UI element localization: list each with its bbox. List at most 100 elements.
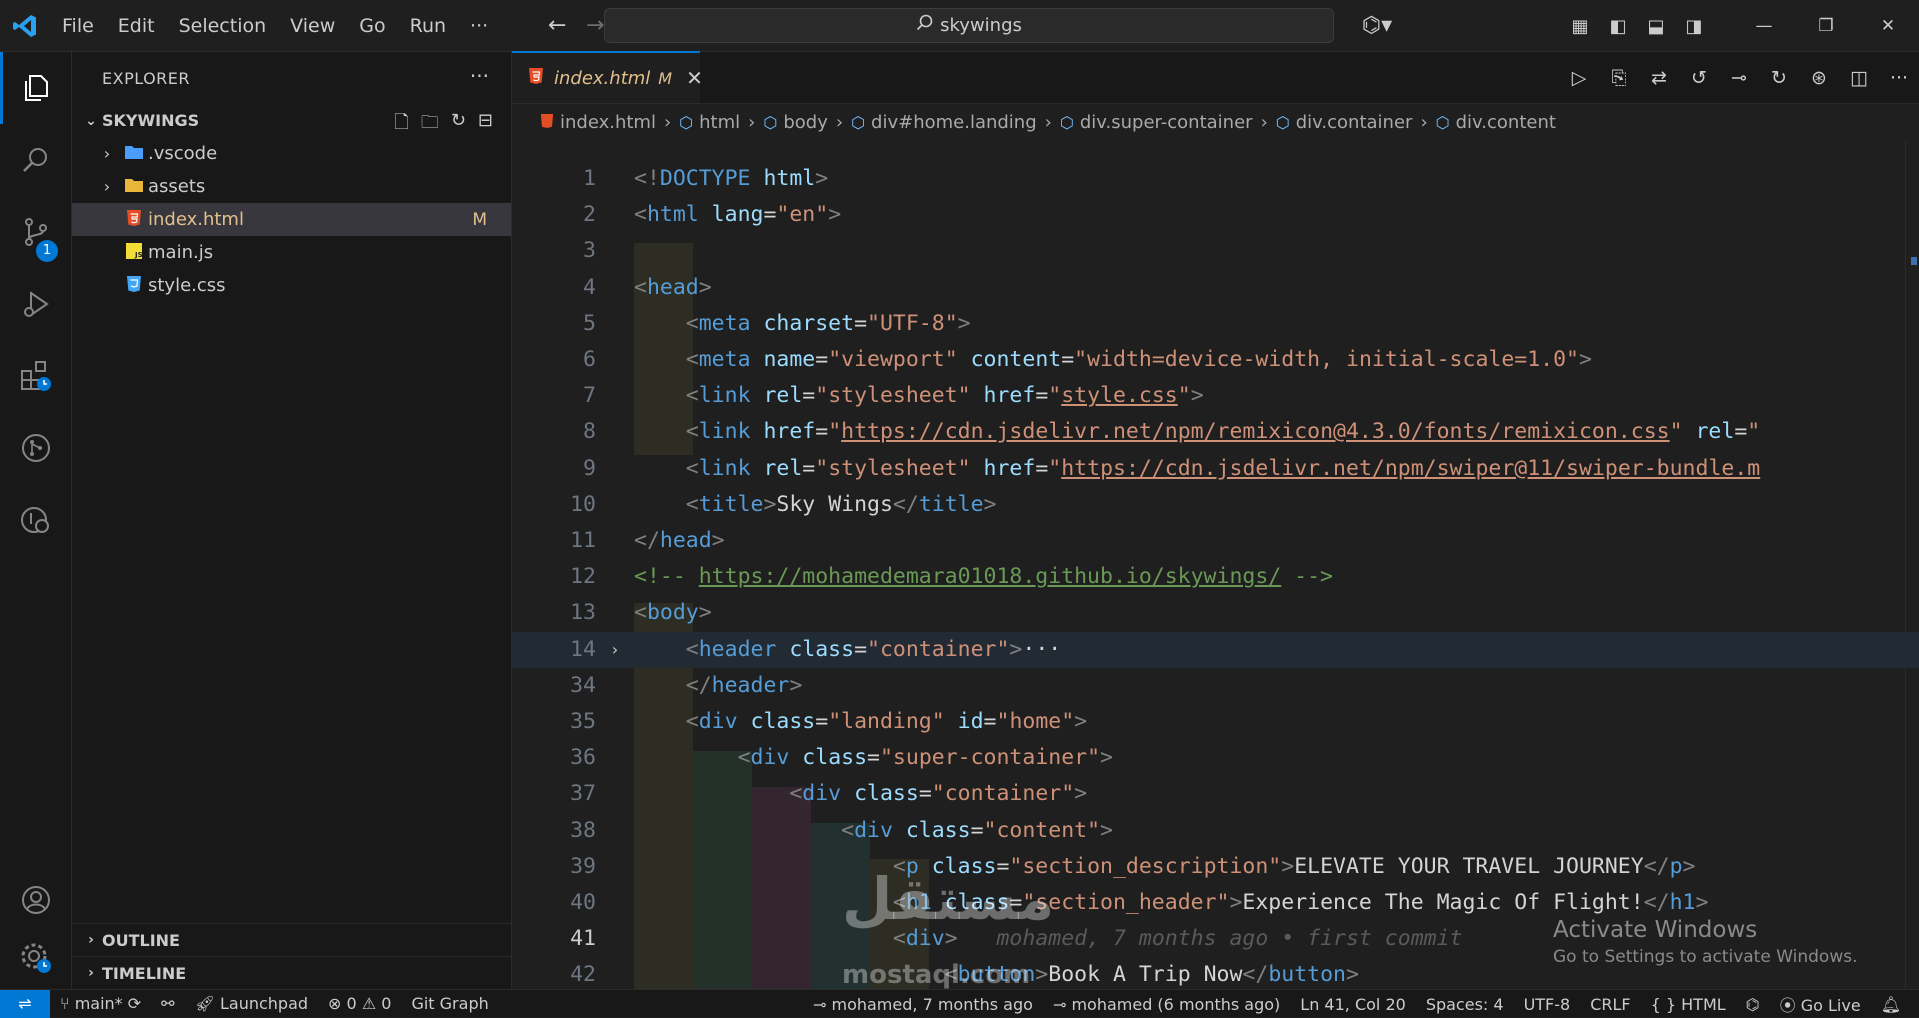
git-graph-icon[interactable] bbox=[0, 412, 72, 484]
cursor-position[interactable]: Ln 41, Col 20 bbox=[1290, 995, 1416, 1014]
tree-item-vscode[interactable]: › .vscode bbox=[72, 137, 511, 170]
git-back-icon[interactable]: ↺ bbox=[1679, 67, 1719, 89]
explorer-more-icon[interactable]: ··· bbox=[470, 64, 489, 88]
remote-icon[interactable]: ⇌ bbox=[0, 989, 50, 1018]
code-line[interactable]: 35 <div class="landing" id="home"> bbox=[512, 704, 1919, 740]
encoding[interactable]: UTF-8 bbox=[1514, 995, 1581, 1014]
sync-icon[interactable]: ⟳ bbox=[128, 994, 141, 1013]
close-tab-icon[interactable]: ✕ bbox=[686, 66, 703, 90]
code-line[interactable]: 12 <!-- https://mohamedemara01018.github.… bbox=[512, 559, 1919, 595]
run-debug-icon[interactable] bbox=[0, 268, 72, 340]
code-line[interactable]: 11 </head> bbox=[512, 523, 1919, 559]
code-line[interactable]: 8 <link href="https://cdn.jsdelivr.net/n… bbox=[512, 414, 1919, 450]
back-arrow-icon[interactable]: ← bbox=[538, 13, 576, 38]
problems-status[interactable]: ⊗ 0 ⚠ 0 bbox=[318, 994, 401, 1013]
command-center-search[interactable]: skywings bbox=[604, 8, 1334, 43]
toggle-panel-icon[interactable]: ⬓ bbox=[1637, 16, 1675, 37]
new-file-icon[interactable]: 🗋 bbox=[394, 110, 408, 140]
code-line[interactable]: 36 <div class="super-container"> bbox=[512, 740, 1919, 776]
tree-item-main-js[interactable]: JS main.js bbox=[72, 236, 511, 269]
code-line[interactable]: 4 <head> bbox=[512, 270, 1919, 306]
blame-status[interactable]: ⊸ mohamed, 7 months ago bbox=[803, 995, 1043, 1014]
code-line[interactable]: 9 <link rel="stylesheet" href="https://c… bbox=[512, 451, 1919, 487]
close-window-icon[interactable]: ✕ bbox=[1857, 16, 1919, 36]
git-history-icon[interactable] bbox=[0, 484, 72, 556]
editor-scrollbar[interactable] bbox=[1905, 141, 1919, 989]
collapse-all-icon[interactable]: ⊟ bbox=[478, 110, 493, 140]
notifications-bell-icon[interactable]: 🔔︎ bbox=[1871, 995, 1911, 1014]
code-line[interactable]: 13 <body> bbox=[512, 595, 1919, 631]
customize-layout-icon[interactable]: ▦ bbox=[1561, 16, 1599, 37]
branch-status[interactable]: ⑂ main* ⟳ bbox=[50, 994, 151, 1013]
menu-view[interactable]: View bbox=[278, 0, 347, 52]
source-control-icon[interactable]: 1 bbox=[0, 196, 72, 268]
code-line[interactable]: 5 <meta charset="UTF-8"> bbox=[512, 306, 1919, 342]
breadcrumb-item[interactable]: index.html › bbox=[540, 112, 679, 133]
go-live-button[interactable]: ⦿ Go Live bbox=[1770, 992, 1871, 1016]
git-graph-icon[interactable]: ⊛ bbox=[1799, 67, 1839, 89]
copilot-icon[interactable]: ⌬▾ bbox=[1352, 13, 1402, 38]
rocket-icon: 🚀︎ bbox=[194, 994, 220, 1013]
menu-go[interactable]: Go bbox=[347, 0, 397, 52]
minimize-icon[interactable]: — bbox=[1733, 16, 1795, 36]
extensions-icon[interactable] bbox=[0, 340, 72, 412]
breadcrumb-item[interactable]: ⬡ div#home.landing › bbox=[851, 112, 1060, 133]
code-line[interactable]: 3 bbox=[512, 233, 1919, 269]
code-line[interactable]: 6 <meta name="viewport" content="width=d… bbox=[512, 342, 1919, 378]
code-line[interactable]: 40 <h1 class="section_header">Experience… bbox=[512, 885, 1919, 921]
fold-chevron-icon[interactable]: › bbox=[610, 632, 620, 668]
code-line[interactable]: 38 <div class="content"> bbox=[512, 813, 1919, 849]
tree-item-assets[interactable]: › assets bbox=[72, 170, 511, 203]
outline-section[interactable]: › OUTLINE bbox=[72, 923, 512, 956]
code-line[interactable]: 37 <div class="container"> bbox=[512, 776, 1919, 812]
tab-index-html[interactable]: index.html M ✕ bbox=[512, 51, 703, 103]
manage-gear-icon[interactable] bbox=[0, 922, 72, 994]
blame-status-2[interactable]: ⊸ mohamed (6 months ago) bbox=[1043, 995, 1290, 1014]
code-line[interactable]: 39 <p class="section_description">ELEVAT… bbox=[512, 849, 1919, 885]
new-folder-icon[interactable]: 🗀 bbox=[421, 110, 439, 140]
code-line[interactable]: 10 <title>Sky Wings</title> bbox=[512, 487, 1919, 523]
open-changes-icon[interactable]: ⎘ bbox=[1599, 67, 1639, 89]
breadcrumb-item[interactable]: ⬡ div.content bbox=[1436, 112, 1556, 133]
timeline-section[interactable]: › TIMELINE bbox=[72, 956, 512, 989]
indentation[interactable]: Spaces: 4 bbox=[1416, 995, 1514, 1014]
launchpad-status[interactable]: 🚀︎ Launchpad bbox=[185, 994, 318, 1013]
menu-file[interactable]: File bbox=[50, 0, 106, 52]
menu-selection[interactable]: Selection bbox=[167, 0, 279, 52]
compare-icon[interactable]: ⇄ bbox=[1639, 67, 1679, 89]
code-line[interactable]: 7 <link rel="stylesheet" href="style.css… bbox=[512, 378, 1919, 414]
menu-more[interactable]: ··· bbox=[458, 0, 500, 52]
git-commit-icon[interactable]: ⊸ bbox=[1719, 67, 1759, 89]
more-actions-icon[interactable]: ··· bbox=[1879, 67, 1919, 89]
toggle-secondary-sidebar-icon[interactable]: ◨ bbox=[1675, 16, 1713, 37]
restore-icon[interactable]: ❐ bbox=[1795, 16, 1857, 36]
copilot-status-icon[interactable]: ⌬ bbox=[1736, 995, 1770, 1014]
toggle-primary-sidebar-icon[interactable]: ◧ bbox=[1599, 16, 1637, 37]
language-mode[interactable]: { } HTML bbox=[1641, 995, 1736, 1014]
tree-item-index-html[interactable]: index.html M bbox=[72, 203, 511, 236]
breadcrumb-item[interactable]: ⬡ body › bbox=[763, 112, 851, 133]
breadcrumb-item[interactable]: ⬡ div.container › bbox=[1276, 112, 1436, 133]
code-line[interactable]: 2 <html lang="en"> bbox=[512, 197, 1919, 233]
run-icon[interactable]: ▷ bbox=[1559, 67, 1599, 89]
search-icon[interactable] bbox=[0, 124, 72, 196]
menu-run[interactable]: Run bbox=[398, 0, 458, 52]
menu-edit[interactable]: Edit bbox=[106, 0, 167, 52]
line-ending[interactable]: CRLF bbox=[1580, 995, 1640, 1014]
breadcrumb-item[interactable]: ⬡ div.super-container › bbox=[1060, 112, 1276, 133]
git-forward-icon[interactable]: ↻ bbox=[1759, 67, 1799, 89]
code-token: "UTF-8" bbox=[867, 310, 958, 336]
code-line[interactable]: 1 <!DOCTYPE html> bbox=[512, 161, 1919, 197]
code-line[interactable]: 14 › <header class="container">··· bbox=[512, 631, 1919, 668]
breadcrumb-item[interactable]: ⬡ html › bbox=[679, 112, 763, 133]
tree-item-style-css[interactable]: style.css bbox=[72, 269, 511, 302]
code-line[interactable]: 34 </header> bbox=[512, 668, 1919, 704]
tree-item-label: main.js bbox=[148, 242, 214, 263]
code-token: > bbox=[1345, 962, 1359, 988]
git-lens-icon[interactable]: ⚯ bbox=[151, 994, 184, 1013]
explorer-icon[interactable] bbox=[0, 52, 72, 124]
split-editor-icon[interactable]: ◫ bbox=[1839, 67, 1879, 89]
refresh-icon[interactable]: ↻ bbox=[451, 110, 466, 140]
code-editor[interactable]: 1 <!DOCTYPE html> 2 <html lang="en"> 3 4 <head… bbox=[512, 141, 1919, 989]
git-graph-status[interactable]: Git Graph bbox=[401, 994, 498, 1013]
